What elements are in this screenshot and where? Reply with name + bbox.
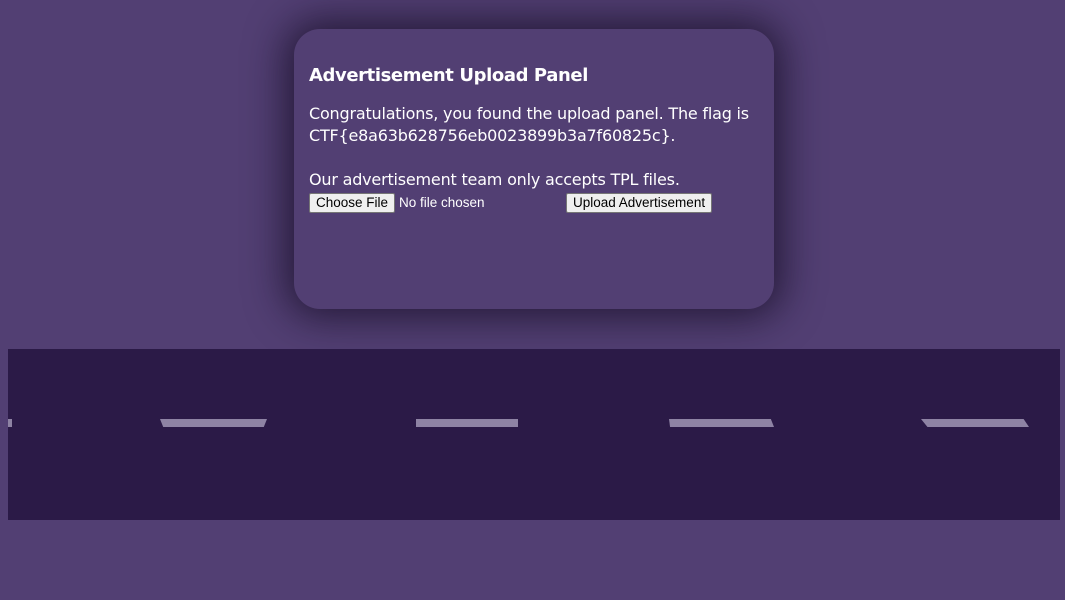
choose-file-button[interactable]: Choose File [309,193,396,213]
road-decoration [8,349,1060,520]
lane-marking [921,419,1029,427]
panel-title: Advertisement Upload Panel [309,65,588,86]
flag-message: Congratulations, you found the upload pa… [309,104,749,145]
upload-advertisement-button[interactable]: Upload Advertisement [566,193,713,213]
file-status-label: No file chosen [399,195,485,210]
lane-marking [416,419,518,427]
instructions-text: Our advertisement team only accepts TPL … [309,170,680,189]
upload-form: Choose File No file chosen Upload Advert… [309,193,759,215]
lane-marking [669,419,774,427]
lane-marking [8,419,12,427]
upload-panel: Advertisement Upload Panel Congratulatio… [294,29,774,309]
lane-marking [160,419,267,427]
